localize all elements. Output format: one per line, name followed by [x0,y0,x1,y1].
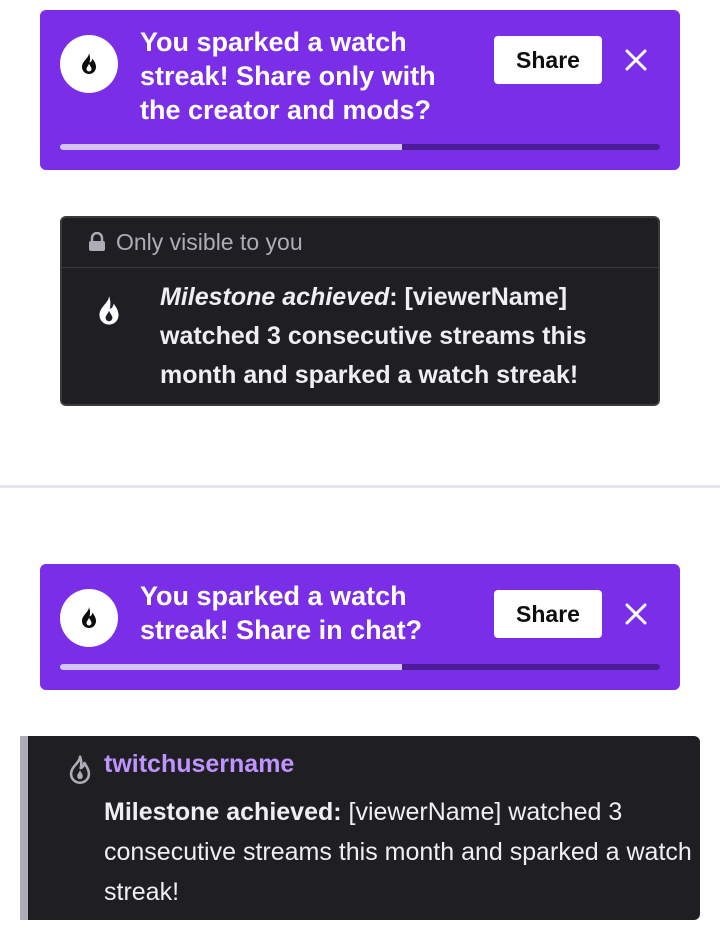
milestone-title: Milestone achieved: [104,798,342,826]
chat-username[interactable]: twitchusername [104,750,294,779]
banner-message: You sparked a watch streak! Share only w… [140,27,436,125]
progress-fill [60,664,402,670]
flame-icon [99,296,119,325]
lock-icon [89,232,105,251]
flame-badge [60,35,118,93]
close-button[interactable] [618,594,654,634]
close-icon [625,603,647,625]
chat-message: twitchusername Milestone achieved: [view… [20,736,700,920]
page: You sparked a watch streak! Share only w… [0,0,720,940]
close-button[interactable] [618,40,654,80]
section-divider [0,485,720,488]
flame-badge [60,589,118,647]
share-chat-banner: You sparked a watch streak! Share in cha… [40,564,680,690]
flame-outline-icon [69,755,91,784]
share-button[interactable]: Share [494,36,602,84]
banner-message: You sparked a watch streak! Share in cha… [140,581,423,645]
card-header: Only visible to you [62,218,658,268]
milestone-text: Milestone achieved: [viewerName] watched… [160,278,640,395]
flame-icon [82,607,96,628]
flame-icon [82,53,96,74]
close-icon [625,49,647,71]
private-milestone-card: Only visible to you Milestone achieved: … [60,216,660,406]
share-button[interactable]: Share [494,590,602,638]
progress-bar [60,664,660,670]
visibility-label: Only visible to you [116,229,303,255]
milestone-title: Milestone achieved [160,283,390,311]
progress-fill [60,144,402,150]
share-mods-banner: You sparked a watch streak! Share only w… [40,10,680,170]
chat-message-text: Milestone achieved: [viewerName] watched… [104,792,694,912]
milestone-separator: : [389,283,405,311]
progress-bar [60,144,660,150]
